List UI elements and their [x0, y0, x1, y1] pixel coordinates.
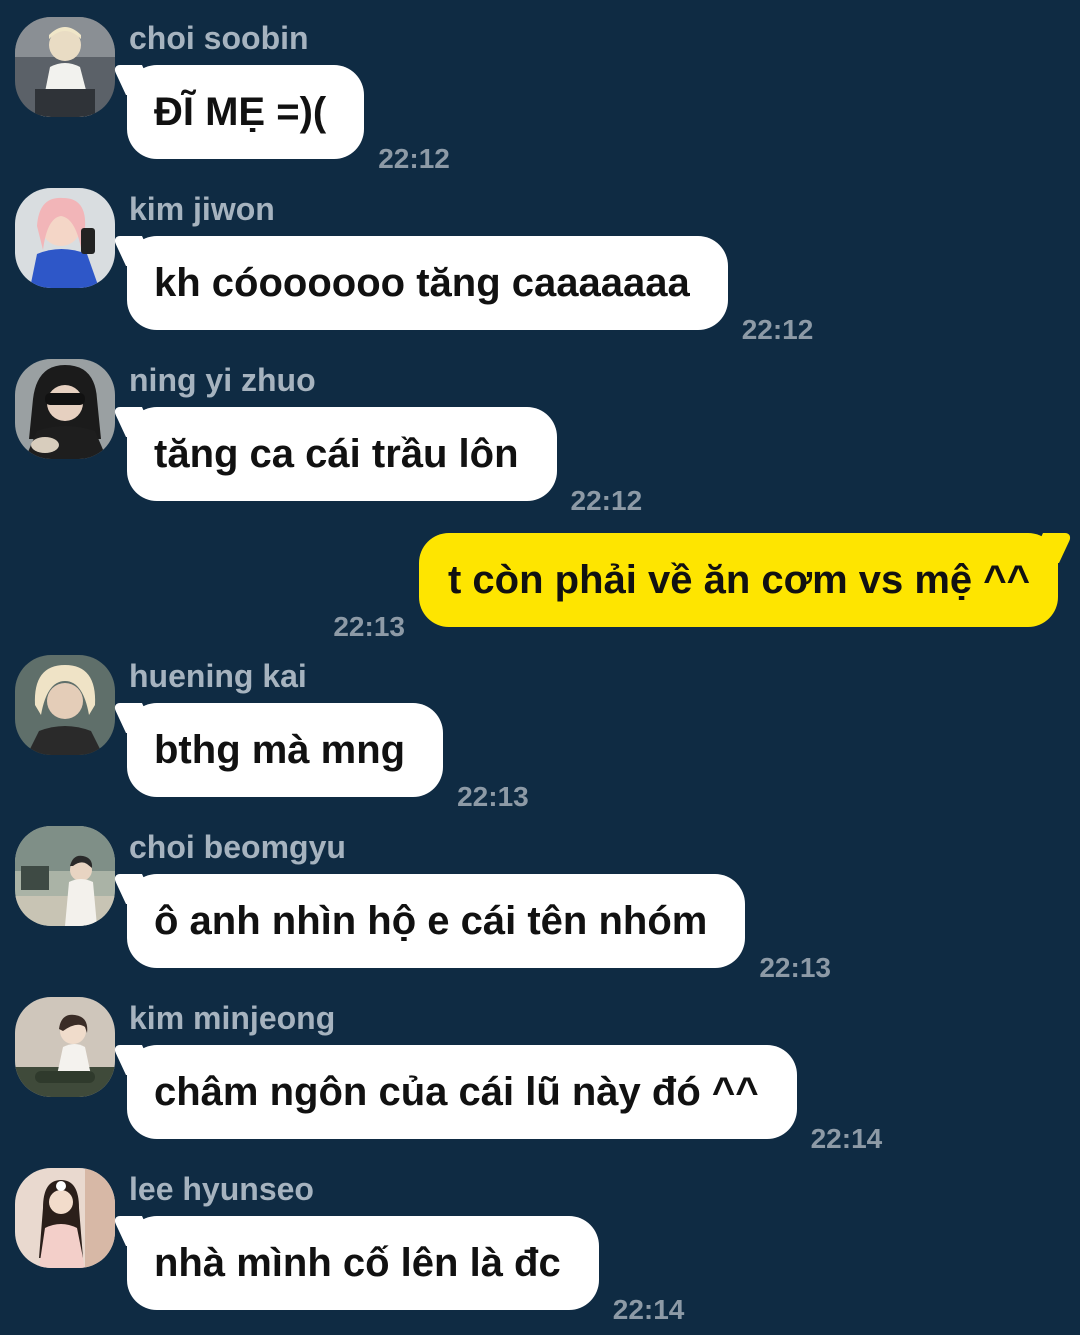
message-item: kim jiwon kh cóoooooo tăng caaaaaaa 22:1…: [0, 188, 1080, 348]
sender-name: lee hyunseo: [129, 1171, 314, 1207]
own-message: 22:13 t còn phải về ăn cơm vs mệ ^^: [333, 533, 1058, 642]
message-timestamp: 22:14: [810, 1123, 883, 1154]
message-bubble[interactable]: ĐĨ MẸ =)(: [127, 65, 365, 159]
message-bubble[interactable]: bthg mà mng: [127, 703, 444, 797]
message-timestamp: 22:13: [457, 781, 529, 812]
message-timestamp: 22:12: [378, 143, 450, 174]
message-item: kim minjeong châm ngôn của cái lũ này đó…: [0, 997, 1080, 1157]
message-timestamp: 22:14: [612, 1294, 685, 1325]
message-timestamp: 22:12: [570, 485, 643, 516]
message-bubble[interactable]: kh cóoooooo tăng caaaaaaa: [127, 236, 728, 330]
sender-name: choi soobin: [129, 20, 309, 56]
own-message-bubble[interactable]: t còn phải về ăn cơm vs mệ ^^: [418, 533, 1058, 627]
message-bubble[interactable]: ô anh nhìn hộ e cái tên nhóm: [127, 874, 746, 968]
avatar[interactable]: [15, 997, 115, 1097]
message-item: choi beomgyu ô anh nhìn hộ e cái tên nhó…: [0, 826, 1080, 986]
avatar[interactable]: [15, 826, 115, 926]
avatar[interactable]: [15, 655, 115, 755]
message-item: choi soobin ĐĨ MẸ =)( 22:12: [0, 17, 1080, 177]
sender-name: kim jiwon: [129, 191, 275, 227]
message-item: huening kai bthg mà mng 22:13: [0, 655, 1080, 815]
sender-name: huening kai: [129, 658, 307, 694]
message-timestamp: 22:13: [759, 952, 831, 983]
avatar[interactable]: [15, 17, 115, 117]
avatar[interactable]: [15, 188, 115, 288]
sender-name: ning yi zhuo: [129, 362, 316, 398]
message-item: lee hyunseo nhà mình cố lên là đc 22:14: [0, 1168, 1080, 1328]
message-timestamp: 22:13: [333, 611, 405, 642]
message-bubble[interactable]: nhà mình cố lên là đc: [127, 1216, 599, 1310]
avatar[interactable]: [15, 1168, 115, 1268]
message-bubble[interactable]: tăng ca cái trầu lôn: [127, 407, 557, 501]
message-item: ning yi zhuo tăng ca cái trầu lôn 22:12: [0, 359, 1080, 519]
message-timestamp: 22:12: [741, 314, 814, 345]
sender-name: choi beomgyu: [129, 829, 346, 865]
sender-name: kim minjeong: [129, 1000, 336, 1036]
avatar[interactable]: [15, 359, 115, 459]
message-bubble[interactable]: châm ngôn của cái lũ này đó ^^: [127, 1045, 797, 1139]
